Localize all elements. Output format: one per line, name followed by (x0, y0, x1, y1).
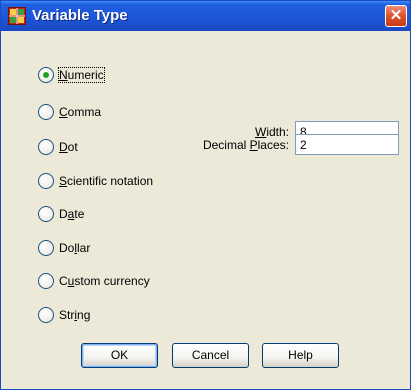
radio-button[interactable] (38, 104, 54, 120)
radio-button[interactable] (38, 139, 54, 155)
radio-button[interactable] (38, 206, 54, 222)
radio-button[interactable] (38, 173, 54, 189)
title-bar[interactable]: Variable Type ✕ (1, 1, 410, 31)
radio-label-scientific-notation: Scientific notation (59, 174, 154, 188)
radio-label-string: String (59, 308, 91, 322)
radio-button[interactable] (38, 273, 54, 289)
radio-label-dollar: Dollar (59, 241, 91, 255)
radio-selected-dot (43, 72, 49, 78)
radio-label-custom-currency: Custom currency (59, 274, 150, 288)
close-icon: ✕ (389, 7, 403, 24)
decimal-places-field[interactable]: 2 (295, 134, 399, 155)
radio-label-dot: Dot (59, 140, 78, 154)
radio-label-date: Date (59, 207, 85, 221)
radio-button[interactable] (38, 307, 54, 323)
close-button[interactable]: ✕ (385, 5, 407, 27)
decimal-places-label: Decimal Places: (202, 138, 289, 152)
radio-label-comma: Comma (59, 105, 102, 119)
radio-button-selected[interactable] (38, 67, 54, 83)
spss-data-icon (8, 7, 26, 25)
ok-button[interactable]: OK (81, 343, 158, 368)
cancel-button[interactable]: Cancel (172, 343, 249, 368)
width-label: Width: (254, 125, 289, 139)
help-button[interactable]: Help (262, 343, 339, 368)
radio-button[interactable] (38, 240, 54, 256)
radio-label-numeric: Numeric (58, 67, 105, 83)
dialog-title: Variable Type (32, 7, 128, 24)
variable-type-dialog: Variable Type ✕ Numeric Comma Dot Scient… (0, 0, 411, 390)
